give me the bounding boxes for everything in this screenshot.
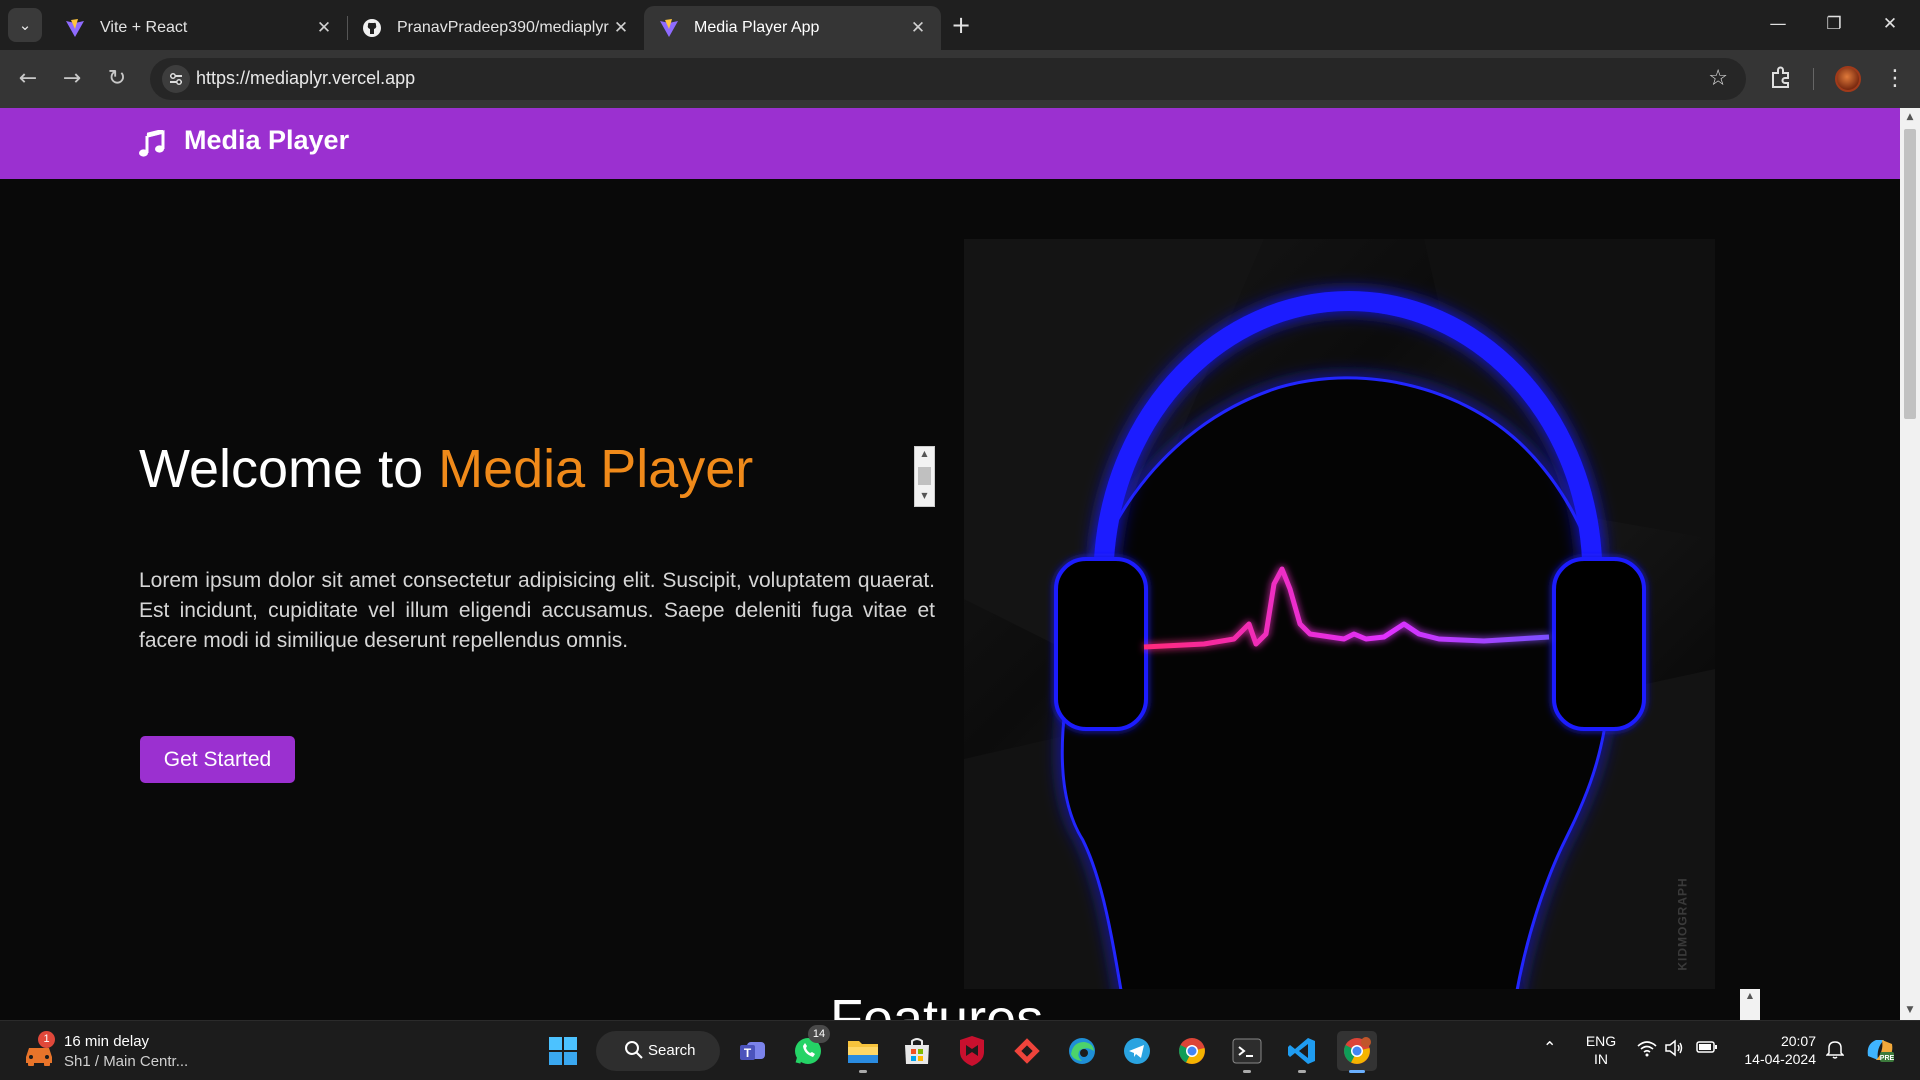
vite-icon [658, 17, 680, 39]
hero-description: Lorem ipsum dolor sit amet consectetur a… [139, 569, 935, 652]
page-viewport: Media Player Welcome to Media Player ▲ ▼… [0, 108, 1920, 1020]
vite-icon [64, 17, 86, 39]
page-scrollbar[interactable]: ▲ ▼ [1900, 108, 1920, 1020]
bookmark-star-icon[interactable]: ☆ [1708, 66, 1728, 91]
svg-text:PRE: PRE [1880, 1055, 1895, 1062]
language-code: ENG [1585, 1033, 1617, 1049]
running-indicator [1243, 1070, 1251, 1073]
running-indicator [1298, 1070, 1306, 1073]
vscode-icon[interactable] [1282, 1031, 1322, 1073]
volume-icon[interactable] [1664, 1039, 1684, 1061]
battery-icon[interactable] [1696, 1039, 1718, 1059]
wifi-icon[interactable] [1637, 1039, 1657, 1061]
tab-title: Vite + React [100, 19, 188, 36]
scroll-up-icon[interactable]: ▲ [1740, 991, 1760, 1000]
restore-button[interactable]: ❐ [1806, 0, 1862, 50]
windows-taskbar: 1 16 min delay Sh1 / Main Centr... Searc… [0, 1020, 1920, 1080]
running-indicator [1349, 1070, 1365, 1073]
notification-bell-icon[interactable] [1825, 1039, 1845, 1063]
site-navbar: Media Player [0, 108, 1900, 179]
chevron-down-icon: ⌄ [18, 16, 32, 34]
alert-count-badge: 1 [38, 1031, 55, 1048]
windows-start-icon[interactable] [543, 1031, 583, 1071]
taskbar-search[interactable]: Search [596, 1031, 720, 1071]
arrow-right-icon: → [62, 66, 82, 91]
traffic-delay-text: 16 min delay [64, 1033, 150, 1050]
copilot-icon[interactable]: PRE [1864, 1034, 1896, 1070]
mcafee-icon[interactable] [952, 1031, 992, 1071]
site-brand[interactable]: Media Player [184, 125, 349, 156]
edge-icon[interactable] [1062, 1031, 1102, 1071]
language-indicator[interactable]: ENG IN [1580, 1032, 1622, 1068]
clock-time: 20:07 [1780, 1033, 1816, 1049]
svg-text:T: T [744, 1046, 752, 1060]
running-indicator [859, 1070, 867, 1073]
hero-headphones-image: KIDMOGRAPH [964, 239, 1715, 989]
tab-github[interactable]: PranavPradeep390/mediaplyr ✕ [347, 6, 644, 50]
address-bar[interactable]: https://mediaplyr.vercel.app ☆ [150, 58, 1746, 100]
scrollbar-thumb[interactable] [918, 467, 931, 485]
github-icon [361, 17, 383, 39]
close-icon[interactable]: ✕ [909, 18, 927, 38]
traffic-route-text: Sh1 / Main Centr... [64, 1053, 189, 1070]
microsoft-store-icon[interactable] [897, 1031, 937, 1071]
close-window-button[interactable]: ✕ [1862, 0, 1918, 50]
tab-vite-react[interactable]: Vite + React ✕ [50, 6, 347, 50]
browser-menu-icon[interactable]: ⋮ [1884, 64, 1906, 94]
profile-avatar[interactable] [1835, 66, 1861, 92]
inner-scrollbar[interactable]: ▲ ▼ [914, 446, 935, 507]
tab-search-button[interactable]: ⌄ [8, 8, 42, 42]
inner-scrollbar-2[interactable]: ▲ [1740, 989, 1760, 1020]
teams-icon[interactable]: T [733, 1031, 773, 1071]
reload-icon: ↻ [107, 66, 127, 91]
terminal-icon[interactable] [1227, 1031, 1267, 1073]
scroll-up-icon[interactable]: ▲ [915, 449, 934, 458]
url-text[interactable]: https://mediaplyr.vercel.app [196, 68, 415, 89]
clock-date: 14-04-2024 [1744, 1051, 1816, 1067]
whatsapp-icon[interactable]: 14 [788, 1025, 830, 1071]
image-watermark: KIDMOGRAPH [1675, 877, 1690, 971]
hero-title-prefix: Welcome to [139, 439, 439, 499]
site-info-icon[interactable] [162, 65, 190, 93]
tab-title: PranavPradeep390/mediaplyr [397, 19, 609, 36]
reload-button[interactable]: ↻ [101, 63, 133, 95]
scroll-down-icon[interactable]: ▼ [1900, 1005, 1920, 1015]
tab-media-player-app[interactable]: Media Player App ✕ [644, 6, 941, 50]
scroll-up-icon[interactable]: ▲ [1900, 112, 1920, 122]
extensions-puzzle-icon[interactable] [1766, 63, 1796, 93]
telegram-icon[interactable] [1117, 1031, 1157, 1071]
new-tab-button[interactable]: + [946, 8, 976, 42]
taskbar-search-label: Search [648, 1042, 696, 1059]
whatsapp-unread-badge: 14 [808, 1025, 830, 1043]
back-button[interactable]: ← [12, 63, 44, 95]
features-heading: Features [830, 989, 1044, 1020]
minimize-button[interactable]: — [1750, 0, 1806, 50]
page-scrollbar-thumb[interactable] [1904, 129, 1916, 419]
file-explorer-icon[interactable] [843, 1031, 883, 1073]
chrome-canary-icon[interactable] [1337, 1031, 1377, 1073]
toolbar-divider [1813, 68, 1814, 90]
chrome-icon[interactable] [1172, 1031, 1212, 1071]
anydesk-icon[interactable] [1007, 1031, 1047, 1071]
headphones-silhouette-illustration [964, 239, 1715, 989]
browser-toolbar: ← → ↻ https://mediaplyr.vercel.app ☆ ⋮ [0, 50, 1920, 108]
chevron-up-icon[interactable]: ⌃ [1543, 1038, 1556, 1057]
arrow-left-icon: ← [18, 66, 38, 91]
close-icon[interactable]: ✕ [315, 18, 333, 38]
clock[interactable]: 20:07 14-04-2024 [1732, 1032, 1816, 1068]
music-note-icon [139, 130, 165, 157]
tab-title: Media Player App [694, 19, 820, 36]
hero-title-accent: Media Player [438, 439, 754, 499]
get-started-button[interactable]: Get Started [140, 736, 295, 783]
hero-title: Welcome to Media Player [139, 438, 753, 500]
region-code: IN [1594, 1051, 1608, 1067]
close-icon[interactable]: ✕ [612, 18, 630, 38]
traffic-widget[interactable]: 1 16 min delay Sh1 / Main Centr... [22, 1029, 202, 1073]
forward-button[interactable]: → [56, 63, 88, 95]
browser-tab-bar: ⌄ Vite + React ✕ PranavPradeep390/mediap… [0, 0, 1920, 50]
scroll-down-icon[interactable]: ▼ [915, 491, 934, 500]
search-icon [625, 1041, 643, 1059]
